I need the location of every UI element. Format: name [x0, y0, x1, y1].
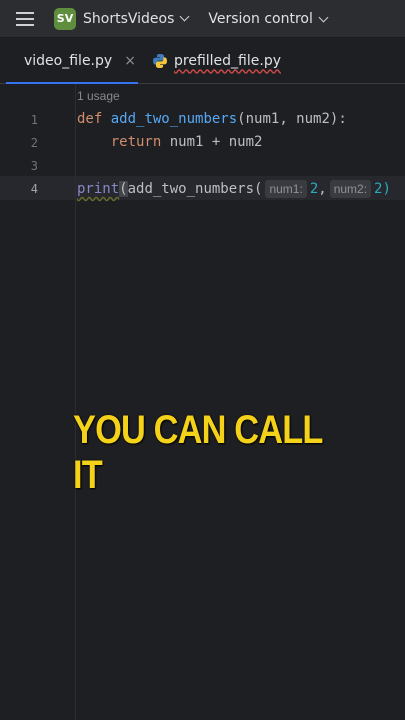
code-line-1[interactable]: def add_two_numbers(num1, num2): — [77, 111, 347, 127]
keyword: def — [77, 111, 103, 127]
line-number: 2 — [30, 136, 38, 150]
main-toolbar: SV ShortsVideos Version control — [0, 0, 405, 38]
parameter-hint: num1: — [265, 180, 307, 198]
version-control-dropdown[interactable]: Version control — [208, 10, 329, 27]
number-literal: 2) — [374, 181, 391, 197]
tab-prefilled-file[interactable]: prefilled_file.py — [138, 38, 291, 83]
function-name: add_two_numbers — [110, 111, 238, 127]
code-text: num1 + num2 — [161, 134, 263, 150]
editor-tabs: video_file.py × prefilled_file.py — [0, 38, 405, 84]
video-caption: YOU CAN CALL IT — [73, 408, 323, 497]
python-file-icon — [153, 53, 167, 68]
number-literal: 2 — [309, 181, 319, 197]
builtin-name: print — [77, 181, 120, 197]
project-badge[interactable]: SV — [54, 7, 76, 30]
code-line-2[interactable]: return num1 + num2 — [77, 134, 263, 150]
close-icon[interactable]: × — [124, 53, 136, 69]
version-control-label: Version control — [208, 10, 313, 27]
menu-icon[interactable] — [16, 11, 34, 26]
tab-video-file[interactable]: video_file.py × — [0, 38, 138, 84]
code-text: ( — [119, 181, 128, 197]
chevron-down-icon — [179, 11, 190, 21]
code-line-4[interactable]: print(add_two_numbers(num1: 2, num2: 2) — [77, 180, 391, 198]
tab-label: video_file.py — [24, 52, 113, 69]
line-number: 4 — [30, 182, 38, 196]
code-text: (num1, num2): — [237, 111, 347, 127]
line-number-gutter[interactable]: 1 2 3 4 — [0, 84, 75, 720]
keyword: return — [110, 134, 162, 150]
gutter-divider — [75, 84, 76, 720]
tab-label: prefilled_file.py — [174, 52, 281, 69]
project-name-dropdown[interactable]: ShortsVideos — [83, 10, 190, 27]
code-text: , — [318, 181, 327, 197]
chevron-down-icon — [318, 12, 329, 22]
line-number: 1 — [30, 113, 38, 127]
line-number: 3 — [30, 159, 38, 173]
project-name: ShortsVideos — [83, 10, 175, 27]
code-text: add_two_numbers( — [127, 181, 263, 197]
parameter-hint: num2: — [329, 180, 372, 198]
usage-inlay-hint[interactable]: 1 usage — [77, 89, 120, 103]
